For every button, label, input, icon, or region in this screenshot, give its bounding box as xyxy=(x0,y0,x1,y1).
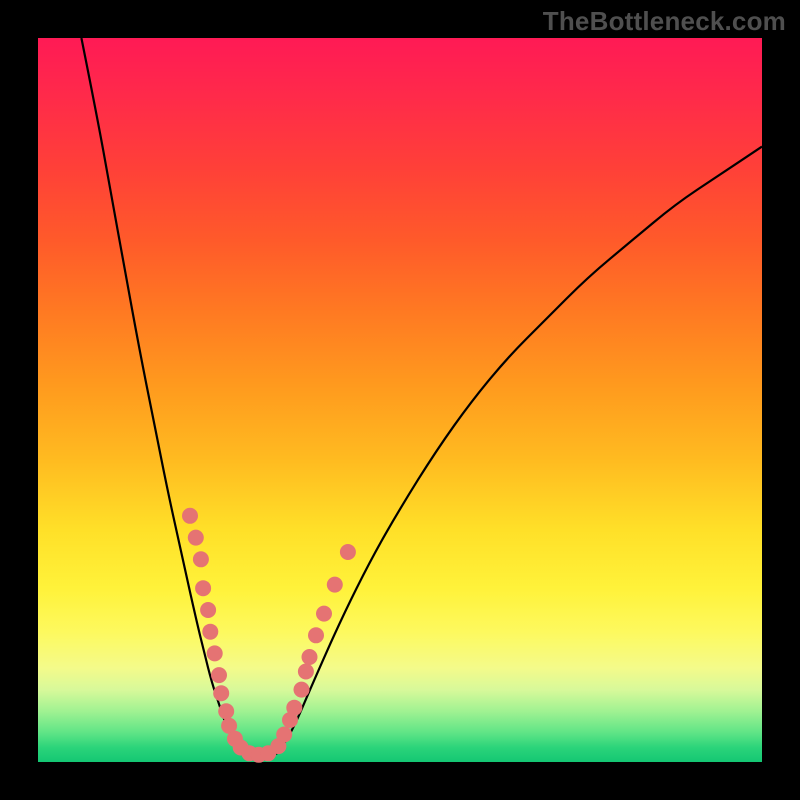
sample-dot xyxy=(286,700,302,716)
sample-dot xyxy=(298,664,314,680)
sample-dot xyxy=(200,602,216,618)
sample-dots xyxy=(182,508,356,763)
bottleneck-curve xyxy=(81,38,762,756)
sample-dot xyxy=(195,580,211,596)
sample-dot xyxy=(218,703,234,719)
sample-dot xyxy=(308,627,324,643)
chart-frame: TheBottleneck.com xyxy=(0,0,800,800)
sample-dot xyxy=(193,551,209,567)
sample-dot xyxy=(182,508,198,524)
sample-dot xyxy=(294,682,310,698)
sample-dot xyxy=(202,624,218,640)
sample-dot xyxy=(316,606,332,622)
watermark-text: TheBottleneck.com xyxy=(543,6,786,37)
sample-dot xyxy=(211,667,227,683)
sample-dot xyxy=(213,685,229,701)
sample-dot xyxy=(340,544,356,560)
sample-dot xyxy=(207,645,223,661)
sample-dot xyxy=(302,649,318,665)
sample-dot xyxy=(276,727,292,743)
curve-layer xyxy=(38,38,762,762)
plot-area xyxy=(38,38,762,762)
sample-dot xyxy=(188,530,204,546)
sample-dot xyxy=(327,577,343,593)
